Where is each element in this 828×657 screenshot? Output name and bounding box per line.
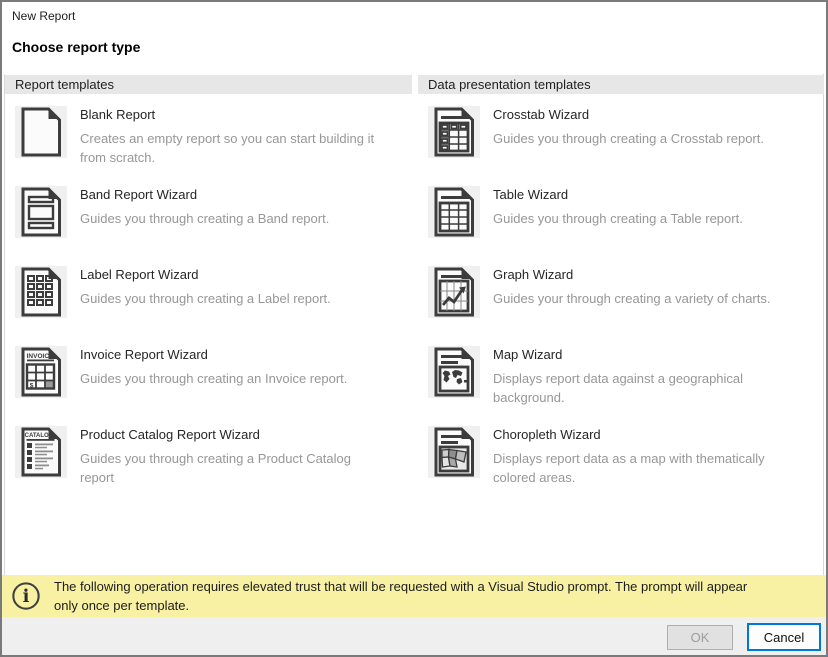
template-item-blank-report[interactable]: Blank Report Creates an empty report so …	[15, 106, 412, 186]
template-item-map-wizard[interactable]: Map Wizard Displays report data against …	[428, 346, 824, 426]
template-title: Choropleth Wizard	[493, 426, 824, 443]
catalog-icon-label: CATALOG	[25, 433, 54, 439]
data-presentation-templates-header: Data presentation templates	[418, 75, 824, 94]
invoice-report-icon: INVOICE $	[15, 346, 67, 398]
report-templates-list: Blank Report Creates an empty report so …	[5, 94, 412, 506]
template-title: Invoice Report Wizard	[80, 346, 412, 363]
template-title: Band Report Wizard	[80, 186, 412, 203]
template-item-label-report-wizard[interactable]: Label Report Wizard Guides you through c…	[15, 266, 412, 346]
table-icon	[428, 186, 480, 238]
choropleth-icon	[428, 426, 480, 478]
template-description: Guides you through creating a Band repor…	[80, 209, 412, 228]
template-description: Guides you through creating an Invoice r…	[80, 369, 412, 388]
info-bar: i The following operation requires eleva…	[2, 575, 826, 617]
template-title: Map Wizard	[493, 346, 824, 363]
template-title: Graph Wizard	[493, 266, 824, 283]
template-description: Displays report data against a geographi…	[493, 369, 824, 407]
data-presentation-templates-list: Crosstab Wizard Guides you through creat…	[418, 94, 824, 506]
product-catalog-report-icon: CATALOG	[15, 426, 67, 478]
template-item-product-catalog-report-wizard[interactable]: CATALOG Product Catalog Report Wiza	[15, 426, 412, 506]
template-description: Guides you through creating a Crosstab r…	[493, 129, 824, 148]
template-description: Guides your through creating a variety o…	[493, 289, 824, 308]
crosstab-icon	[428, 106, 480, 158]
template-description: Guides you through creating a Product Ca…	[80, 449, 412, 487]
new-report-dialog: New Report Choose report type Report tem…	[0, 0, 828, 657]
info-icon: i	[11, 581, 41, 611]
template-item-graph-wizard[interactable]: Graph Wizard Guides your through creatin…	[428, 266, 824, 346]
ok-button[interactable]: OK	[667, 625, 733, 650]
graph-icon	[428, 266, 480, 318]
invoice-icon-label: INVOICE	[27, 353, 54, 360]
template-title: Crosstab Wizard	[493, 106, 824, 123]
map-icon	[428, 346, 480, 398]
band-report-icon	[15, 186, 67, 238]
blank-report-icon	[15, 106, 67, 158]
template-title: Blank Report	[80, 106, 412, 123]
info-bar-text: The following operation requires elevate…	[54, 577, 814, 615]
template-description: Guides you through creating a Table repo…	[493, 209, 824, 228]
report-templates-column: Report templates Blank Report Creates an…	[5, 75, 412, 506]
template-title: Product Catalog Report Wizard	[80, 426, 412, 443]
template-description: Displays report data as a map with thema…	[493, 449, 824, 487]
template-title: Label Report Wizard	[80, 266, 412, 283]
template-item-band-report-wizard[interactable]: Band Report Wizard Guides you through cr…	[15, 186, 412, 266]
page-title: Choose report type	[12, 39, 140, 55]
svg-text:i: i	[23, 586, 30, 607]
data-presentation-templates-column: Data presentation templates	[418, 75, 824, 506]
cancel-button[interactable]: Cancel	[747, 623, 821, 651]
svg-text:$: $	[30, 383, 34, 390]
template-description: Creates an empty report so you can start…	[80, 129, 412, 167]
window-title: New Report	[12, 9, 75, 23]
template-item-invoice-report-wizard[interactable]: INVOICE $ Invoice Report Wizard Guides y…	[15, 346, 412, 426]
label-report-icon	[15, 266, 67, 318]
template-item-choropleth-wizard[interactable]: Choropleth Wizard Displays report data a…	[428, 426, 824, 506]
dialog-footer: OK Cancel	[2, 617, 826, 655]
template-item-crosstab-wizard[interactable]: Crosstab Wizard Guides you through creat…	[428, 106, 824, 186]
template-title: Table Wizard	[493, 186, 824, 203]
template-description: Guides you through creating a Label repo…	[80, 289, 412, 308]
template-item-table-wizard[interactable]: Table Wizard Guides you through creating…	[428, 186, 824, 266]
report-templates-header: Report templates	[5, 75, 412, 94]
